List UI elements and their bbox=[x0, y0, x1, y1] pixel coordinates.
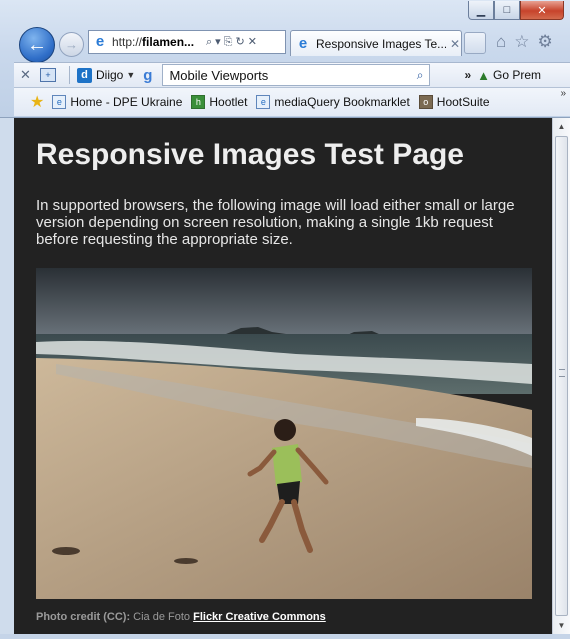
close-window-button[interactable]: ✕ bbox=[520, 1, 564, 20]
go-premium-button[interactable]: Go Prem bbox=[493, 68, 541, 82]
favorite-item-home-dpe[interactable]: e Home - DPE Ukraine bbox=[52, 95, 182, 109]
command-bar: ✕ + d Diigo ▼ g Mobile Viewports ⌕ » ▲ G… bbox=[14, 62, 570, 88]
grip-icon bbox=[559, 369, 565, 377]
scroll-up-icon[interactable]: ▲ bbox=[553, 118, 570, 135]
favorites-center-icon[interactable]: ★ bbox=[30, 92, 44, 112]
search-input-value[interactable]: Mobile Viewports bbox=[169, 68, 416, 83]
window-controls: ▁ □ ✕ bbox=[468, 1, 564, 20]
flickr-creative-commons-link[interactable]: Flickr Creative Commons bbox=[193, 611, 326, 623]
page-title: Responsive Images Test Page bbox=[36, 138, 464, 171]
browser-chrome: ▁ □ ✕ ← → e http://filamen... ⌕▾⎘↻✕ e Re… bbox=[0, 0, 570, 118]
tab-title: Responsive Images Te... bbox=[316, 36, 446, 51]
address-bar[interactable]: e http://filamen... ⌕▾⎘↻✕ bbox=[88, 30, 286, 54]
favorite-label: HootSuite bbox=[436, 95, 490, 109]
favorites-bar: ★ e Home - DPE Ukraine h Hootlet e media… bbox=[14, 88, 570, 116]
photo-credit-label: Photo credit (CC): bbox=[36, 611, 131, 623]
back-button[interactable]: ← bbox=[19, 27, 55, 63]
ie-page-icon: e bbox=[95, 33, 105, 50]
maximize-button[interactable]: □ bbox=[494, 1, 520, 20]
diigo-icon[interactable]: d bbox=[77, 67, 92, 83]
tab-close-icon[interactable]: ✕ bbox=[450, 37, 460, 51]
url-text[interactable]: http://filamen... bbox=[112, 35, 202, 49]
favorite-item-hootsuite[interactable]: o HootSuite bbox=[418, 95, 490, 109]
vertical-scrollbar[interactable]: ▲ ▼ bbox=[552, 118, 570, 634]
go-premium-icon: ▲ bbox=[477, 67, 491, 83]
favorite-item-hootlet[interactable]: h Hootlet bbox=[191, 95, 247, 109]
photo-credit: Photo credit (CC): Cia de Foto Flickr Cr… bbox=[36, 611, 326, 623]
toolbar-right-icons: ⌂ ☆ ⚙ bbox=[496, 32, 553, 52]
scrollbar-thumb[interactable] bbox=[555, 136, 568, 616]
navigation-bar: ← → e http://filamen... ⌕▾⎘↻✕ e Responsi… bbox=[0, 26, 570, 63]
forward-button[interactable]: → bbox=[59, 32, 84, 57]
forward-arrow-icon: → bbox=[65, 37, 78, 52]
beach-photo bbox=[36, 268, 532, 599]
google-toolbar-icon[interactable]: g bbox=[143, 67, 152, 84]
page-description: In supported browsers, the following ima… bbox=[36, 197, 515, 248]
search-icon[interactable]: ⌕ bbox=[417, 68, 424, 83]
window-bottom-border bbox=[0, 634, 570, 639]
favorites-star-icon[interactable]: ☆ bbox=[514, 32, 529, 52]
back-arrow-icon: ← bbox=[27, 33, 47, 56]
hootsuite-icon: o bbox=[418, 95, 433, 109]
gear-icon[interactable]: ⚙ bbox=[538, 32, 553, 52]
address-controls[interactable]: ⌕▾⎘↻✕ bbox=[206, 35, 260, 49]
favorites-overflow-button[interactable]: » bbox=[560, 88, 566, 99]
search-input[interactable]: Mobile Viewports ⌕ bbox=[162, 64, 431, 86]
favorite-label: Home - DPE Ukraine bbox=[70, 95, 183, 109]
favorite-label: Hootlet bbox=[209, 95, 248, 109]
ie-page-icon: e bbox=[52, 95, 67, 109]
toolbar-add-icon[interactable]: + bbox=[40, 68, 56, 82]
photo-credit-author: Cia de Foto bbox=[133, 611, 191, 623]
hootlet-icon: h bbox=[191, 95, 206, 109]
favorite-item-mediaquery[interactable]: e mediaQuery Bookmarklet bbox=[256, 95, 410, 109]
ie-page-icon: e bbox=[298, 34, 308, 52]
new-tab-button[interactable] bbox=[464, 32, 486, 54]
home-icon[interactable]: ⌂ bbox=[496, 32, 506, 52]
tab-responsive-images[interactable]: e Responsive Images Te... ✕ bbox=[290, 30, 462, 56]
minimize-button[interactable]: ▁ bbox=[468, 1, 494, 20]
page-viewport: Responsive Images Test Page In supported… bbox=[14, 118, 552, 634]
scroll-down-icon[interactable]: ▼ bbox=[553, 617, 570, 634]
ie-page-icon: e bbox=[256, 95, 271, 109]
favorite-label: mediaQuery Bookmarklet bbox=[274, 95, 410, 109]
close-toolbar-icon[interactable]: ✕ bbox=[20, 67, 40, 83]
separator bbox=[69, 66, 70, 84]
toolbar-overflow-button[interactable]: » bbox=[464, 68, 471, 82]
chevron-down-icon[interactable]: ▼ bbox=[126, 70, 135, 80]
diigo-button[interactable]: Diigo bbox=[96, 68, 123, 82]
